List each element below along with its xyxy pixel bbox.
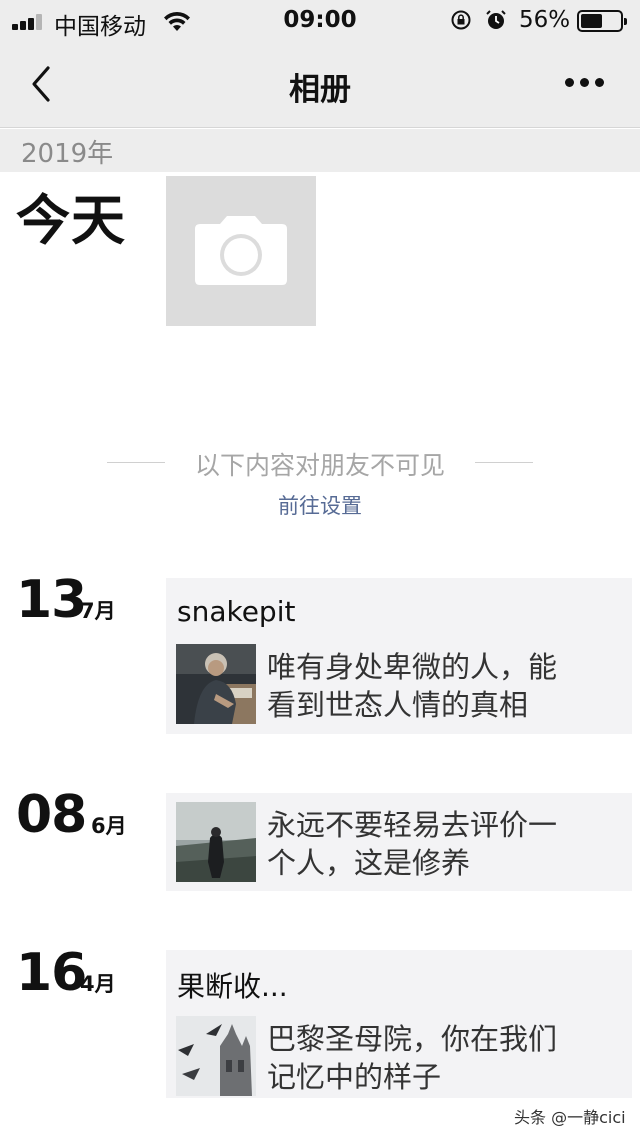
- year-section-header: 2019年: [0, 129, 640, 172]
- go-to-settings-link[interactable]: 前往设置: [0, 490, 640, 520]
- add-photo-button[interactable]: [166, 176, 316, 326]
- post-day: 16: [16, 943, 87, 1003]
- rotation-lock-icon: [451, 10, 471, 30]
- battery-level-fill: [581, 14, 602, 28]
- post-month: 4月: [80, 972, 116, 996]
- alarm-icon: [486, 10, 506, 29]
- post-title: snakepit: [177, 595, 296, 628]
- post-thumbnail: [176, 1016, 256, 1096]
- post-month: 7月: [80, 599, 116, 623]
- privacy-notice: 以下内容对朋友不可见: [194, 451, 445, 480]
- post-card[interactable]: 永远不要轻易去评价一 个人，这是修养: [166, 793, 632, 891]
- post-thumbnail: [176, 644, 256, 724]
- post-text-line: 巴黎圣母院，你在我们: [267, 1022, 558, 1056]
- source-watermark: 头条 @一静cici: [514, 1108, 626, 1127]
- post-card[interactable]: 果断收... 巴黎圣母院，你在我们 记忆中的样子: [166, 950, 632, 1098]
- post-day: 13: [16, 570, 87, 630]
- camera-icon: [195, 216, 287, 285]
- more-dots-icon[interactable]: [560, 78, 610, 90]
- year-label: 2019年: [21, 139, 114, 169]
- post-card[interactable]: snakepit 唯有身处卑微的人，能 看到世态人情的真相: [166, 578, 632, 734]
- battery-icon: [577, 10, 627, 32]
- post-text-line: 个人，这是修养: [267, 846, 471, 880]
- post-text: 唯有身处卑微的人，能 看到世态人情的真相: [267, 648, 612, 724]
- post-text-line: 看到世态人情的真相: [267, 688, 529, 722]
- post-text: 永远不要轻易去评价一 个人，这是修养: [267, 806, 612, 882]
- battery-percent: 56%: [519, 7, 571, 33]
- post-text-line: 唯有身处卑微的人，能: [267, 650, 558, 684]
- post-text: 巴黎圣母院，你在我们 记忆中的样子: [267, 1020, 612, 1096]
- post-text-line: 记忆中的样子: [267, 1060, 442, 1094]
- page-title: 相册: [289, 72, 351, 108]
- navigation-bar: 相册: [0, 42, 640, 128]
- post-day: 08: [16, 785, 87, 845]
- post-text-line: 永远不要轻易去评价一: [267, 808, 558, 842]
- post-title: 果断收...: [177, 970, 288, 1003]
- today-label: 今天: [16, 189, 126, 252]
- status-bar: 中国移动 09:00 56%: [0, 0, 640, 42]
- post-month: 6月: [91, 814, 127, 838]
- post-thumbnail: [176, 802, 256, 882]
